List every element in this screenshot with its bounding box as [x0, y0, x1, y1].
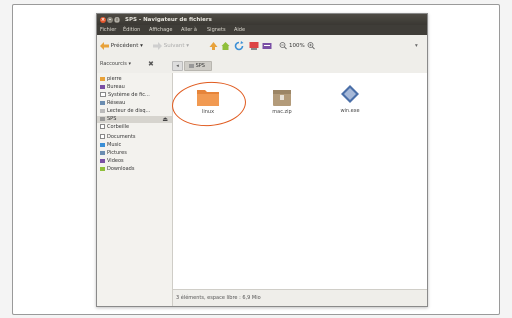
sidebar-item-trash[interactable]: Corbeille	[100, 124, 129, 131]
network-icon	[100, 100, 105, 105]
sidebar-item-sps[interactable]: SPS ⏏	[97, 116, 172, 123]
filesystem-icon	[100, 92, 106, 97]
sidebar-item-disk-drive[interactable]: Lecteur de disq...	[100, 108, 150, 115]
sidebar-item-videos[interactable]: Videos	[100, 158, 124, 165]
location-bar: Raccourcis ▾ ✖ ◂ SPS	[97, 57, 427, 74]
close-pane-icon[interactable]: ✖	[148, 60, 154, 68]
drive-icon[interactable]	[262, 41, 272, 51]
file-item[interactable]: win.exe	[325, 84, 375, 114]
path-button-sps[interactable]: SPS	[184, 61, 212, 71]
sidebar-item-label: Downloads	[107, 166, 135, 172]
downloads-icon	[100, 166, 105, 171]
eject-icon[interactable]: ⏏	[162, 116, 168, 123]
sidebar-item-desktop[interactable]: Bureau	[100, 84, 125, 91]
home-folder-icon	[100, 76, 105, 81]
sidebar-item-label: Lecteur de disq...	[107, 108, 151, 114]
archive-icon	[273, 90, 291, 106]
back-label: Précédent	[110, 43, 139, 49]
file-name: win.exe	[340, 108, 360, 114]
sidebar-item-network[interactable]: Réseau	[100, 100, 125, 107]
sidebar-item-label: Documents	[107, 134, 136, 140]
sidebar-item-label: Bureau	[107, 84, 125, 90]
sidebar-item-label: pierre	[107, 76, 122, 82]
sidebar-item-label: Music	[107, 142, 122, 148]
file-item[interactable]: mac.zip	[257, 87, 307, 115]
forward-dropdown-icon[interactable]: ▾	[186, 43, 189, 49]
titlebar: × – □ SPS - Navigateur de fichiers	[97, 14, 427, 25]
zoom-out-icon[interactable]	[279, 41, 287, 51]
sidebar-item-downloads[interactable]: Downloads	[100, 166, 134, 173]
disk-drive-icon	[100, 108, 105, 113]
toolbar: Précédent ▾ Suivant ▾ 100% ▾	[97, 35, 427, 58]
menu-aller[interactable]: Aller à	[181, 27, 197, 33]
up-arrow-icon[interactable]	[209, 41, 218, 51]
executable-icon	[341, 85, 359, 103]
sidebar-item-label: Réseau	[107, 100, 126, 106]
places-label: Raccourcis	[100, 61, 127, 67]
forward-arrow-icon	[153, 41, 162, 50]
places-selector[interactable]: Raccourcis ▾	[100, 61, 131, 67]
view-dropdown-icon[interactable]: ▾	[415, 41, 418, 51]
sidebar-item-label: Pictures	[107, 150, 127, 156]
drive-icon	[189, 63, 194, 68]
statusbar: 3 éléments, espace libre : 6,9 Mio	[173, 289, 427, 306]
back-button[interactable]: Précédent ▾	[100, 41, 143, 51]
zoom-level: 100%	[289, 43, 305, 49]
menu-signets[interactable]: Signets	[207, 27, 226, 33]
sidebar-item-label: Videos	[107, 158, 124, 164]
pictures-icon	[100, 150, 105, 155]
home-icon[interactable]	[221, 41, 230, 51]
reload-icon[interactable]	[234, 41, 244, 51]
menu-edition[interactable]: Édition	[123, 27, 140, 33]
back-arrow-icon	[100, 41, 109, 50]
window-title: SPS - Navigateur de fichiers	[125, 16, 212, 23]
path-segment-label: SPS	[195, 63, 205, 69]
videos-icon	[100, 158, 105, 163]
forward-button[interactable]: Suivant ▾	[153, 41, 189, 51]
sidebar-item-label: Système de fic...	[108, 92, 150, 98]
sidebar-item-home[interactable]: pierre	[100, 76, 122, 83]
desktop-icon	[100, 84, 105, 89]
forward-label: Suivant	[163, 43, 185, 49]
menu-fichier[interactable]: Fichier	[100, 27, 116, 33]
computer-icon[interactable]	[249, 41, 259, 51]
sidebar-item-documents[interactable]: Documents	[100, 134, 136, 141]
music-icon	[100, 142, 105, 147]
menu-affichage[interactable]: Affichage	[149, 27, 173, 33]
sidebar-item-label: Corbeille	[107, 124, 130, 130]
sidebar-item-label: SPS	[107, 116, 117, 122]
places-dropdown-icon: ▾	[128, 61, 131, 67]
menubar: Fichier Édition Affichage Aller à Signet…	[97, 25, 427, 35]
sidebar-item-music[interactable]: Music	[100, 142, 121, 149]
usb-drive-icon	[100, 116, 105, 121]
sidebar-item-filesystem[interactable]: Système de fic...	[100, 92, 150, 99]
documents-icon	[100, 134, 105, 139]
sidebar-item-pictures[interactable]: Pictures	[100, 150, 127, 157]
path-left-arrow-icon[interactable]: ◂	[172, 61, 183, 71]
trash-icon	[100, 124, 105, 129]
status-text: 3 éléments, espace libre : 6,9 Mio	[176, 295, 261, 301]
minimize-icon[interactable]: –	[107, 16, 113, 23]
zoom-in-icon[interactable]	[307, 41, 315, 51]
file-name: mac.zip	[272, 109, 292, 115]
maximize-icon[interactable]: □	[114, 16, 120, 23]
places-sidebar: pierre Bureau Système de fic... Réseau L…	[97, 73, 173, 306]
back-dropdown-icon[interactable]: ▾	[140, 43, 143, 49]
close-icon[interactable]: ×	[100, 16, 106, 23]
menu-aide[interactable]: Aide	[234, 27, 245, 33]
file-manager-window: × – □ SPS - Navigateur de fichiers Fichi…	[96, 13, 428, 307]
